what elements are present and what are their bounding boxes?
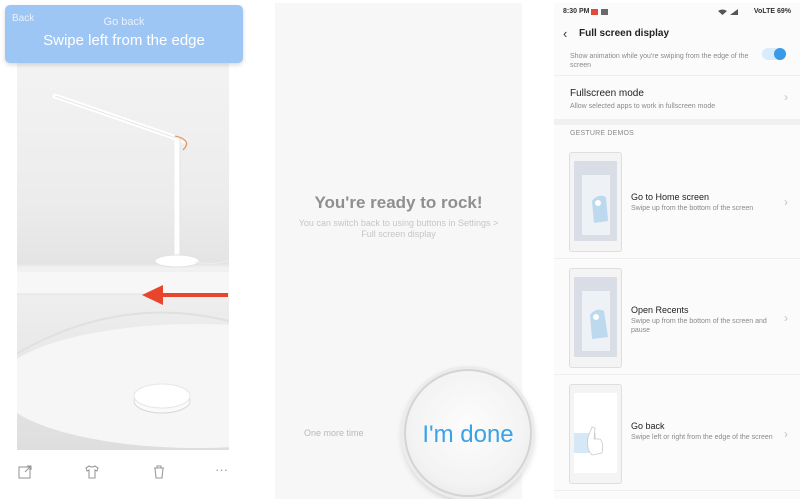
chevron-right-icon: › — [784, 90, 788, 104]
one-more-time-button[interactable]: One more time — [304, 428, 364, 438]
lamp-illustration — [17, 93, 229, 448]
notification-icon — [591, 9, 598, 15]
gesture-hint-banner: Back Go back Swipe left from the edge — [5, 5, 243, 63]
app-notification-icon — [601, 9, 608, 15]
animation-setting-subtitle: Show animation while you're swiping from… — [570, 53, 749, 69]
demo-title: Open Recents — [631, 305, 689, 315]
demo-home-screen-row[interactable]: Go to Home screen Swipe up from the bott… — [554, 145, 800, 259]
go-back-demo-screen: Back Go back Swipe left from the edge ··… — [0, 0, 246, 499]
app-bar: ‹ Full screen display — [554, 22, 800, 46]
page-title: Full screen display — [579, 28, 670, 39]
share-icon[interactable] — [17, 464, 33, 480]
demo-title: Go to Home screen — [631, 192, 710, 202]
demo-subtitle: Swipe left or right from the edge of the… — [631, 434, 773, 441]
fullscreen-mode-row[interactable]: Fullscreen mode Allow selected apps to w… — [554, 78, 800, 118]
animation-setting-row[interactable]: Show animation while you're swiping from… — [554, 46, 800, 76]
demo-thumbnail — [569, 268, 622, 368]
demo-subtitle: Swipe up from the bottom of the screen — [631, 205, 754, 212]
demo-thumbnail — [569, 152, 622, 252]
gesture-tutorial-collage: Back Go back Swipe left from the edge ··… — [0, 0, 800, 499]
hand-swipe-up-icon — [582, 175, 610, 235]
demo-thumbnail — [569, 384, 622, 484]
demo-recents-row[interactable]: Open Recents Swipe up from the bottom of… — [554, 261, 800, 375]
more-icon[interactable]: ··· — [215, 462, 228, 477]
shirt-icon[interactable] — [84, 464, 100, 480]
chevron-right-icon: › — [784, 195, 788, 209]
animation-toggle[interactable] — [762, 48, 786, 60]
back-arrow-icon[interactable]: ‹ — [563, 26, 567, 41]
trash-icon[interactable] — [151, 464, 167, 480]
hand-swipe-pause-icon — [582, 291, 610, 351]
status-time: 8:30 PM — [563, 8, 590, 15]
signal-icon — [730, 9, 738, 15]
lamp-photo — [17, 36, 229, 450]
im-done-button[interactable]: I'm done — [406, 421, 530, 449]
status-right-text: VoLTE 69% — [753, 8, 791, 15]
photo-toolbar: ··· — [0, 458, 246, 488]
hand-swipe-side-icon — [574, 426, 604, 456]
chevron-right-icon: › — [784, 427, 788, 441]
fullscreen-mode-title: Fullscreen mode — [570, 88, 644, 99]
demo-subtitle: Swipe up from the bottom of the screen a… — [631, 318, 767, 334]
gesture-demos-header: GESTURE DEMOS — [570, 130, 635, 137]
full-screen-display-settings: 8:30 PM VoLTE 69% ‹ Full screen display … — [554, 3, 800, 499]
banner-title: Go back — [103, 16, 145, 28]
demo-title: Go back — [631, 421, 665, 431]
status-bar: 8:30 PM VoLTE 69% — [554, 3, 800, 21]
done-button-magnifier: I'm done — [404, 369, 532, 497]
section-divider — [554, 119, 800, 125]
banner-instruction: Swipe left from the edge — [43, 32, 205, 49]
ready-title: You're ready to rock! — [314, 193, 483, 212]
fullscreen-mode-subtitle: Allow selected apps to work in fullscree… — [570, 103, 716, 110]
ready-description: You can switch back to using buttons in … — [298, 218, 499, 239]
demo-go-back-row[interactable]: Go back Swipe left or right from the edg… — [554, 377, 800, 491]
chevron-right-icon: › — [784, 311, 788, 325]
wifi-icon — [718, 9, 727, 15]
